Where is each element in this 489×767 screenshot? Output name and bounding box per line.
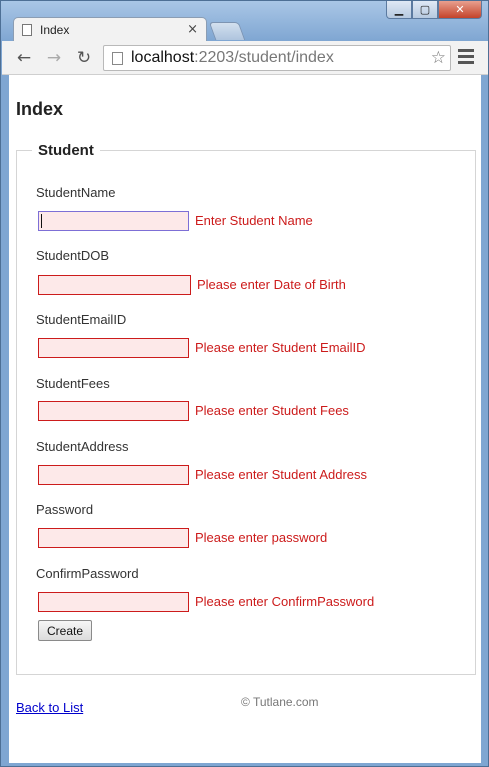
tab-title: Index: [40, 22, 70, 37]
back-to-list-link[interactable]: Back to List: [16, 700, 83, 715]
student-address-error: Please enter Student Address: [195, 467, 368, 482]
fieldset-legend: Student: [38, 142, 94, 159]
password-label: Password: [36, 502, 94, 517]
page-title: Index: [16, 99, 64, 119]
student-dob-label: StudentDOB: [36, 248, 109, 263]
tab-close-icon[interactable]: ×: [187, 22, 198, 37]
footer-copyright: © Tutlane.com: [241, 695, 319, 709]
reload-icon[interactable]: ↻: [74, 48, 94, 68]
student-fieldset: Student StudentName Enter Student Name S…: [16, 142, 476, 675]
student-dob-error: Please enter Date of Birth: [197, 277, 346, 292]
student-name-error: Enter Student Name: [195, 213, 313, 228]
create-button[interactable]: Create: [38, 620, 92, 641]
student-address-input[interactable]: [38, 465, 189, 485]
window-controls: ▁ ▢ ✕: [386, 1, 482, 19]
student-email-error: Please enter Student EmailID: [195, 340, 366, 355]
browser-toolbar: ← → ↻ localhost:2203/student/index ☆: [2, 41, 488, 75]
confirm-password-input[interactable]: [38, 592, 189, 612]
student-dob-input[interactable]: [38, 275, 191, 295]
browser-tab[interactable]: Index ×: [13, 17, 207, 41]
maximize-button[interactable]: ▢: [412, 1, 438, 19]
confirm-password-error: Please enter ConfirmPassword: [195, 594, 375, 609]
address-bar[interactable]: localhost:2203/student/index ☆: [103, 45, 451, 71]
browser-window: ▁ ▢ ✕ Index × ← → ↻ localhost:2203/stude…: [0, 0, 489, 767]
page-content: Index Student StudentName Enter Student …: [9, 75, 481, 763]
new-tab-button[interactable]: [208, 22, 246, 40]
password-input[interactable]: [38, 528, 189, 548]
page-icon: [22, 23, 32, 36]
student-fees-input[interactable]: [38, 401, 189, 421]
bookmark-star-icon[interactable]: ☆: [431, 48, 446, 68]
student-email-label: StudentEmailID: [36, 312, 127, 327]
close-window-button[interactable]: ✕: [438, 1, 482, 19]
minimize-button[interactable]: ▁: [386, 1, 412, 19]
forward-icon[interactable]: →: [44, 48, 64, 68]
page-icon: [112, 51, 123, 65]
student-name-label: StudentName: [36, 185, 116, 200]
password-error: Please enter password: [195, 530, 328, 545]
student-name-input[interactable]: [38, 211, 189, 231]
url-path: :2203/student/index: [194, 49, 334, 66]
student-address-label: StudentAddress: [36, 439, 129, 454]
student-fees-label: StudentFees: [36, 376, 110, 391]
url-host: localhost: [131, 49, 195, 66]
confirm-password-label: ConfirmPassword: [36, 566, 139, 581]
student-email-input[interactable]: [38, 338, 189, 358]
student-fees-error: Please enter Student Fees: [195, 403, 349, 418]
back-icon[interactable]: ←: [14, 48, 34, 68]
menu-icon[interactable]: [458, 49, 474, 67]
